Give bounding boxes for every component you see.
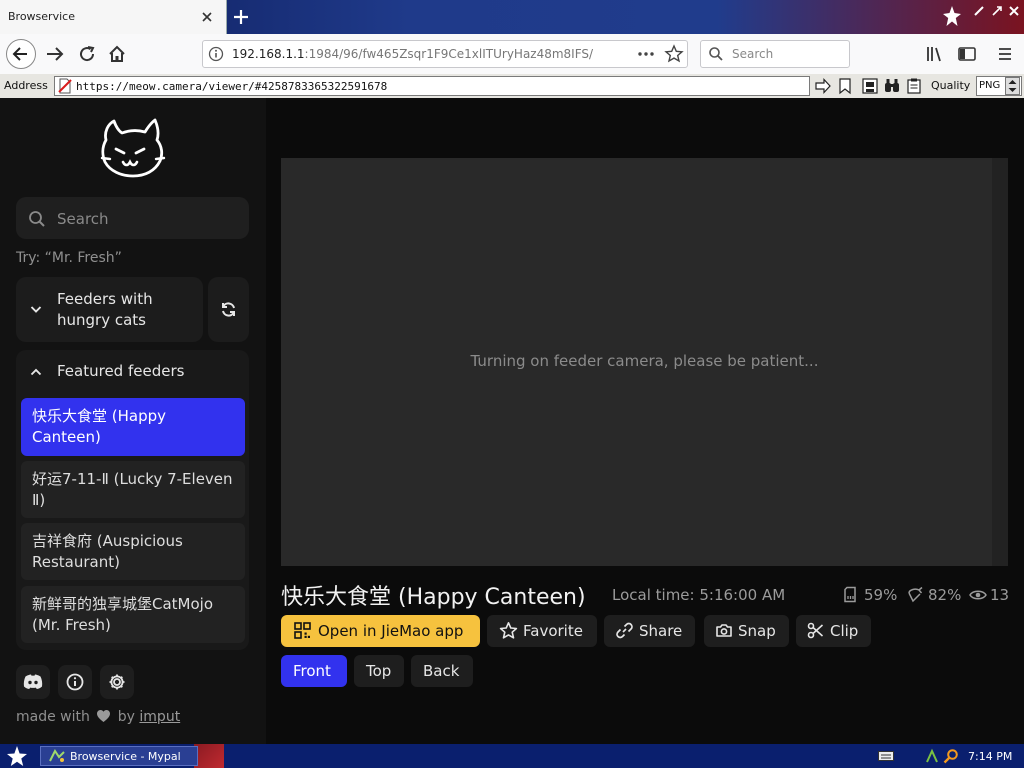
author-link[interactable]: imput [139, 709, 180, 725]
feeder-item-label: 新鲜哥的独享城堡CatMojo (Mr. Fresh) [32, 595, 214, 634]
local-time: Local time: 5:16:00 AM [612, 586, 786, 604]
minimize-icon[interactable] [972, 4, 986, 18]
scissors-icon [807, 622, 824, 639]
featured-feeders-label[interactable]: Featured feeders [57, 362, 184, 380]
settings-gear-button[interactable] [100, 665, 134, 699]
view-top-label: Top [366, 662, 392, 680]
insecure-page-icon [57, 78, 73, 94]
hungry-feeders-label: Feeders with hungry cats [57, 290, 153, 329]
feeder-search-input[interactable] [16, 197, 249, 239]
refresh-icon [219, 300, 238, 319]
feeder-item-label: 快乐大食堂 (Happy Canteen) [32, 407, 167, 446]
link-icon [616, 622, 633, 639]
quality-value: PNG [979, 80, 1001, 91]
network-icon[interactable] [925, 748, 939, 764]
maximize-icon[interactable] [990, 4, 1004, 18]
star-icon [942, 5, 962, 27]
favorite-label: Favorite [523, 622, 583, 640]
viewer-count: 13 [990, 586, 1010, 604]
close-window-icon[interactable] [1007, 4, 1021, 18]
view-back-label: Back [423, 662, 460, 680]
share-label: Share [639, 622, 683, 640]
back-button[interactable] [5, 38, 37, 70]
made-with-text: made with [16, 709, 90, 725]
keyboard-icon[interactable] [878, 750, 894, 762]
page-actions-icon[interactable] [636, 46, 656, 62]
camera-status: Turning on feeder camera, please be pati… [470, 352, 819, 370]
taskbar-clock: 7:14 PM [968, 750, 1013, 763]
feeder-search-placeholder: Search [57, 210, 109, 228]
feeder-item-auspicious-restaurant[interactable]: 吉祥食府 (Auspicious Restaurant) [21, 523, 245, 580]
clipboard-icon[interactable] [905, 77, 923, 95]
storage-percent: 59% [864, 586, 898, 604]
feeder-title: 快乐大食堂 (Happy Canteen) [281, 585, 586, 610]
made-by-text: by [117, 709, 135, 725]
chevron-up-icon[interactable] [28, 364, 44, 380]
taskbar-flag [194, 744, 224, 768]
address-text[interactable]: https://meow.camera/viewer/#425878336532… [76, 80, 387, 93]
search-icon [708, 46, 724, 62]
search-tray-icon[interactable] [943, 748, 959, 764]
address-label: Address [4, 79, 48, 92]
qr-code-icon [294, 622, 311, 639]
search-icon [28, 210, 46, 228]
feeder-item-label: 吉祥食府 (Auspicious Restaurant) [32, 532, 183, 571]
heart-icon [97, 710, 111, 722]
credits: made with by imput [16, 709, 180, 725]
tab-title: Browservice [8, 10, 75, 23]
storage-icon [842, 586, 858, 603]
view-front-label: Front [293, 662, 331, 680]
sidebar-toggle-icon[interactable] [956, 44, 978, 64]
url-text[interactable]: 192.168.1.1:1984/96/fw465Zsqr1F9Ce1xlITU… [232, 47, 593, 61]
food-percent: 82% [928, 586, 962, 604]
bookmark-icon[interactable] [837, 77, 853, 95]
food-icon [906, 586, 924, 603]
open-in-app-label: Open in JieMao app [318, 622, 464, 640]
search-hint: Try: “Mr. Fresh” [16, 250, 122, 266]
forward-button[interactable] [40, 39, 70, 69]
discord-button[interactable] [16, 665, 50, 699]
feeder-item-mr-fresh[interactable]: 新鲜哥的独享城堡CatMojo (Mr. Fresh) [21, 586, 245, 643]
home-button[interactable] [102, 39, 132, 69]
feeder-item-happy-canteen[interactable]: 快乐大食堂 (Happy Canteen) [21, 398, 245, 456]
reload-button[interactable] [72, 39, 102, 69]
bookmark-star-icon[interactable] [664, 44, 684, 64]
feeder-item-label: 好运7-11-Ⅱ (Lucky 7-Eleven Ⅱ) [32, 470, 233, 509]
info-icon[interactable] [208, 46, 224, 62]
save-page-icon[interactable] [861, 77, 879, 95]
quality-label: Quality [931, 79, 971, 92]
taskbar-item-label: Browservice - Mypal [70, 750, 181, 763]
clip-label: Clip [830, 622, 859, 640]
camera-icon [715, 622, 733, 639]
browser-search-placeholder: Search [732, 47, 774, 61]
close-tab-icon[interactable] [198, 8, 216, 26]
star-icon [499, 621, 518, 640]
snap-label: Snap [738, 622, 776, 640]
quality-spinner-icon[interactable] [1005, 77, 1020, 95]
library-icon[interactable] [924, 44, 946, 64]
browser-window-icon [49, 749, 65, 763]
chevron-down-icon [28, 301, 44, 317]
start-star-icon[interactable] [6, 745, 28, 767]
find-binoculars-icon[interactable] [883, 77, 901, 95]
info-button[interactable] [58, 665, 92, 699]
go-arrow-icon[interactable] [814, 77, 832, 95]
new-tab-icon[interactable] [230, 6, 252, 28]
cat-logo-icon[interactable] [100, 118, 166, 180]
menu-icon[interactable] [994, 44, 1016, 64]
feeder-item-lucky-7-eleven[interactable]: 好运7-11-Ⅱ (Lucky 7-Eleven Ⅱ) [21, 461, 245, 518]
eye-icon [969, 588, 987, 602]
